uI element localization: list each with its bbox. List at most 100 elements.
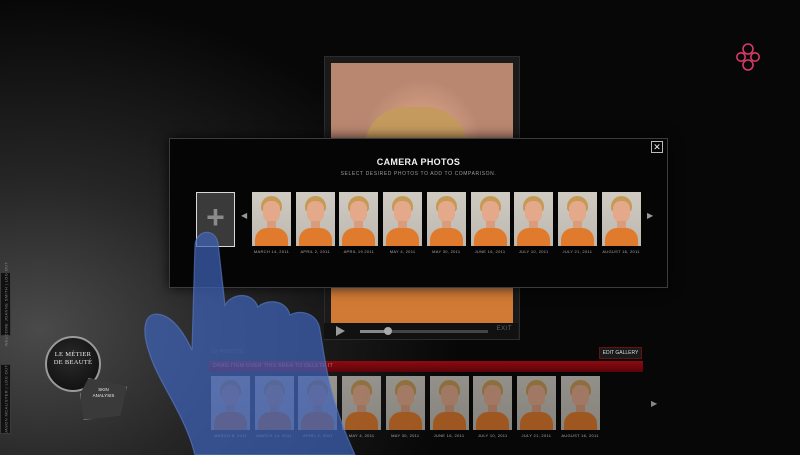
gallery-photo-item[interactable]: APRIL 2, 2011 [298, 376, 338, 438]
gallery-photo-item[interactable]: MARCH 14, 2011 [254, 376, 294, 438]
photo-date: APRIL 2, 2011 [303, 433, 333, 438]
camera-photo-item[interactable]: APRIL 19 2011 [339, 192, 379, 254]
thumbnail-face [568, 201, 586, 223]
thumbnail-shirt [432, 412, 466, 430]
thumbnail-face [353, 385, 371, 407]
thumbnail-face [396, 385, 414, 407]
close-icon[interactable]: ✕ [651, 141, 663, 153]
camera-photo-item[interactable]: APRIL 2, 2011 [295, 192, 335, 254]
thumbnail-shirt [388, 412, 422, 430]
photo-thumbnail[interactable] [252, 192, 291, 246]
photo-thumbnail[interactable] [339, 192, 379, 246]
camera-photo-item[interactable]: MARCH 14, 2011 [252, 192, 291, 254]
thumbnail-shirt [257, 412, 291, 430]
thumbnail-face [525, 201, 543, 223]
sidebar-advisor-tab[interactable]: JASON MCALISTER | LOG OUT [0, 364, 11, 434]
gallery-photo-item[interactable]: MAY 30, 2011 [385, 376, 425, 438]
prev-arrow[interactable]: ◀ [241, 211, 247, 220]
gallery-count: 10 PHOTOS [211, 349, 244, 355]
thumbnail-shirt [255, 228, 288, 246]
thumbnail-face [306, 201, 324, 223]
play-icon[interactable] [336, 326, 345, 336]
camera-photo-row: MARCH 14, 2011 APRIL 2, 2011 APRIL 19 2011… [252, 192, 644, 262]
photo-date: JULY 21, 2011 [521, 433, 552, 438]
camera-photo-item[interactable]: JULY 21, 2011 [557, 192, 597, 254]
thumbnail-shirt [429, 228, 463, 246]
thumbnail-face [481, 201, 499, 223]
photo-date: MAY 30, 2011 [432, 249, 461, 254]
photo-thumbnail[interactable] [560, 376, 600, 430]
gallery-photo-item[interactable]: JULY 21, 2011 [516, 376, 556, 438]
photo-thumbnail[interactable] [254, 376, 294, 430]
thumbnail-face [394, 201, 412, 223]
photo-date: AUGUST 16, 2011 [602, 249, 640, 254]
exit-button[interactable]: EXIT [497, 326, 512, 332]
thumbnail-face [440, 385, 458, 407]
photo-thumbnail[interactable] [516, 376, 556, 430]
thumbnail-shirt [298, 228, 332, 246]
photo-date: APRIL 19 2011 [343, 249, 375, 254]
gallery-photo-item[interactable]: JULY 10, 2011 [473, 376, 513, 438]
gallery-photo-item[interactable]: MARCH 8, 2011 [211, 376, 250, 438]
photo-date: MAY 4, 2011 [348, 433, 375, 438]
photo-date: MAY 30, 2011 [391, 433, 420, 438]
photo-thumbnail[interactable] [298, 376, 338, 430]
photo-date: MARCH 14, 2011 [256, 433, 292, 438]
sidebar-user-tab[interactable]: WELCOME JOANNE SMITH | LOG OUT [0, 262, 11, 346]
camera-photo-item[interactable]: MAY 30, 2011 [426, 192, 466, 254]
photo-thumbnail[interactable] [342, 376, 382, 430]
photo-thumbnail[interactable] [557, 192, 597, 246]
thumbnail-face [309, 385, 327, 407]
thumbnail-face [222, 385, 239, 407]
camera-photos-modal: ✕ CAMERA PHOTOS SELECT DESIRED PHOTOS TO… [169, 138, 668, 288]
thumbnail-shirt [473, 228, 507, 246]
add-photo-button[interactable]: + [196, 192, 235, 247]
skin-label-line-2: ANALYSIS [92, 393, 115, 398]
photo-thumbnail[interactable] [295, 192, 335, 246]
photo-thumbnail[interactable] [429, 376, 469, 430]
photo-date: AUGUST 16, 2011 [561, 433, 599, 438]
delete-drop-zone[interactable]: DRAG ITEM OVER THIS AREA TO DELETE IT [209, 361, 643, 372]
camera-photo-item[interactable]: JUNE 16, 2011 [470, 192, 510, 254]
photo-date: JUNE 16, 2011 [433, 433, 465, 438]
thumbnail-shirt [386, 228, 420, 246]
gallery-photo-item[interactable]: MAY 4, 2011 [342, 376, 382, 438]
skin-analysis-button[interactable]: SKIN ANALYSIS [80, 378, 127, 420]
camera-photo-item[interactable]: MAY 4, 2011 [383, 192, 423, 254]
photo-date: APRIL 2, 2011 [300, 249, 330, 254]
photo-thumbnail[interactable] [385, 376, 425, 430]
photo-date: JULY 10, 2011 [518, 249, 549, 254]
thumbnail-shirt [517, 228, 551, 246]
thumbnail-face [484, 385, 502, 407]
thumbnail-shirt [342, 228, 376, 246]
photo-thumbnail[interactable] [601, 192, 641, 246]
photo-thumbnail[interactable] [426, 192, 466, 246]
seek-knob[interactable] [384, 327, 393, 335]
photo-thumbnail[interactable] [514, 192, 554, 246]
sidebar-advisor-label: JASON MCALISTER | LOG OUT [3, 364, 8, 434]
photo-thumbnail[interactable] [211, 376, 250, 430]
edit-gallery-button[interactable]: EDIT GALLERY [599, 347, 642, 359]
gallery-photo-item[interactable]: JUNE 16, 2011 [429, 376, 469, 438]
thumbnail-shirt [476, 412, 510, 430]
photo-thumbnail[interactable] [383, 192, 423, 246]
thumbnail-shirt [560, 228, 594, 246]
camera-photo-item[interactable]: JULY 10, 2011 [514, 192, 554, 254]
thumbnail-shirt [214, 412, 247, 430]
photo-date: MAY 4, 2011 [389, 249, 416, 254]
brand-logo-text: LE MÉTIER DE BEAUTÉ [47, 351, 99, 367]
quatrefoil-logo-icon [736, 43, 760, 71]
next-arrow[interactable]: ▶ [647, 211, 653, 220]
photo-date: JULY 10, 2011 [477, 433, 508, 438]
camera-photo-item[interactable]: AUGUST 16, 2011 [601, 192, 641, 254]
photo-date: JULY 21, 2011 [562, 249, 593, 254]
gallery-photo-item[interactable]: AUGUST 16, 2011 [560, 376, 600, 438]
seek-bar[interactable] [360, 327, 488, 335]
thumbnail-face [263, 201, 280, 223]
photo-thumbnail[interactable] [473, 376, 513, 430]
viewer-photo-shirt [331, 289, 513, 325]
photo-thumbnail[interactable] [470, 192, 510, 246]
thumbnail-face [612, 201, 630, 223]
gallery-next-arrow[interactable]: ▶ [651, 399, 657, 408]
plus-icon: + [206, 199, 225, 235]
